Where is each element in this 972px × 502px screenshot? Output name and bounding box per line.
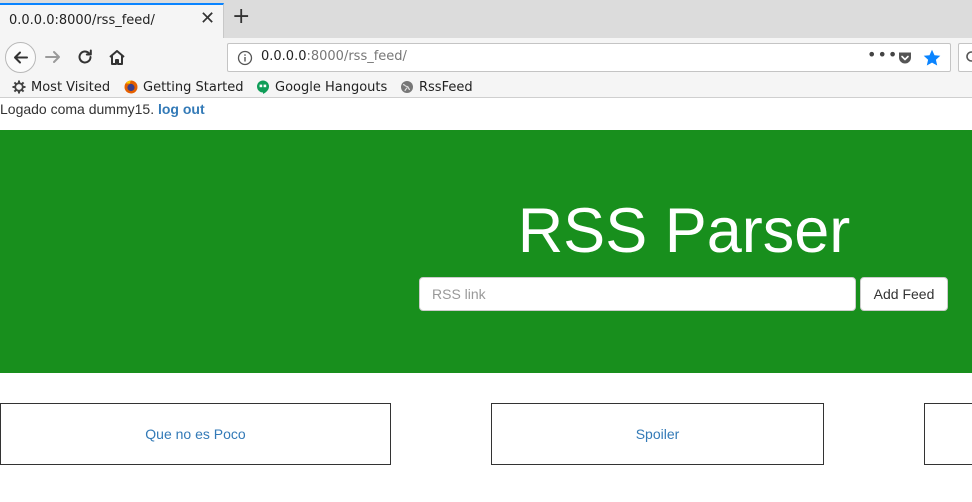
gear-icon	[12, 80, 26, 94]
bookmark-getting-started[interactable]: Getting Started	[124, 78, 244, 96]
home-button[interactable]	[107, 47, 127, 67]
page-title: RSS Parser	[517, 196, 851, 266]
bookmark-label: Getting Started	[143, 79, 244, 95]
page-actions-menu-icon[interactable]: •••	[867, 45, 898, 64]
pocket-icon[interactable]	[897, 50, 913, 70]
bookmarks-toolbar: Most Visited Getting Started Google Hang…	[0, 76, 972, 98]
bookmark-most-visited[interactable]: Most Visited	[12, 78, 110, 96]
forward-button[interactable]	[43, 47, 63, 67]
bookmark-google-hangouts[interactable]: Google Hangouts	[256, 78, 387, 96]
feed-card[interactable]: Spoiler	[491, 403, 824, 465]
add-feed-button[interactable]: Add Feed	[860, 277, 948, 311]
back-button[interactable]	[5, 42, 36, 73]
globe-icon	[401, 81, 413, 93]
reload-icon	[78, 49, 92, 64]
forward-arrow-icon	[45, 51, 60, 63]
login-status: Logado coma dummy15. log out	[0, 101, 205, 117]
browser-tab[interactable]: 0.0.0.0:8000/rss_feed/ ✕	[0, 3, 224, 38]
address-bar[interactable]: 0.0.0.0:8000/rss_feed/ •••	[227, 43, 951, 72]
site-info-icon[interactable]	[237, 50, 253, 70]
tab-strip: 0.0.0.0:8000/rss_feed/ ✕ +	[0, 0, 972, 38]
close-tab-icon[interactable]: ✕	[200, 9, 215, 29]
new-tab-button[interactable]: +	[232, 5, 250, 29]
feed-link[interactable]: Spoiler	[636, 426, 680, 442]
url-path: :8000/rss_feed/	[306, 49, 407, 64]
navigation-toolbar: 0.0.0.0:8000/rss_feed/ •••	[0, 38, 972, 76]
search-icon	[966, 51, 972, 62]
firefox-icon	[124, 80, 138, 94]
back-arrow-icon	[14, 51, 28, 64]
feed-link[interactable]: Que no es Poco	[145, 426, 245, 442]
home-icon	[109, 50, 125, 65]
star-icon	[923, 49, 941, 66]
feed-card[interactable]: Que no es Poco	[0, 403, 391, 465]
feed-card[interactable]	[924, 403, 972, 465]
info-circle-icon	[237, 50, 253, 66]
rss-link-input[interactable]	[419, 277, 856, 311]
bookmark-star-icon[interactable]	[922, 48, 942, 72]
url-text[interactable]: 0.0.0.0:8000/rss_feed/	[261, 49, 407, 64]
login-text: Logado coma dummy15.	[0, 101, 158, 117]
bookmark-label: RssFeed	[419, 79, 473, 95]
hangouts-icon	[257, 80, 269, 94]
url-host: 0.0.0.0	[261, 49, 307, 64]
bookmark-label: Google Hangouts	[275, 79, 388, 95]
bookmark-rssfeed[interactable]: RssFeed	[400, 78, 473, 96]
hero-banner: RSS Parser Add Feed	[0, 130, 972, 373]
bookmark-label: Most Visited	[31, 79, 111, 95]
logout-link[interactable]: log out	[158, 101, 205, 117]
tab-title: 0.0.0.0:8000/rss_feed/	[9, 13, 155, 28]
search-bar[interactable]	[958, 43, 972, 72]
reload-button[interactable]	[75, 47, 95, 67]
pocket-shape-icon	[899, 52, 911, 64]
